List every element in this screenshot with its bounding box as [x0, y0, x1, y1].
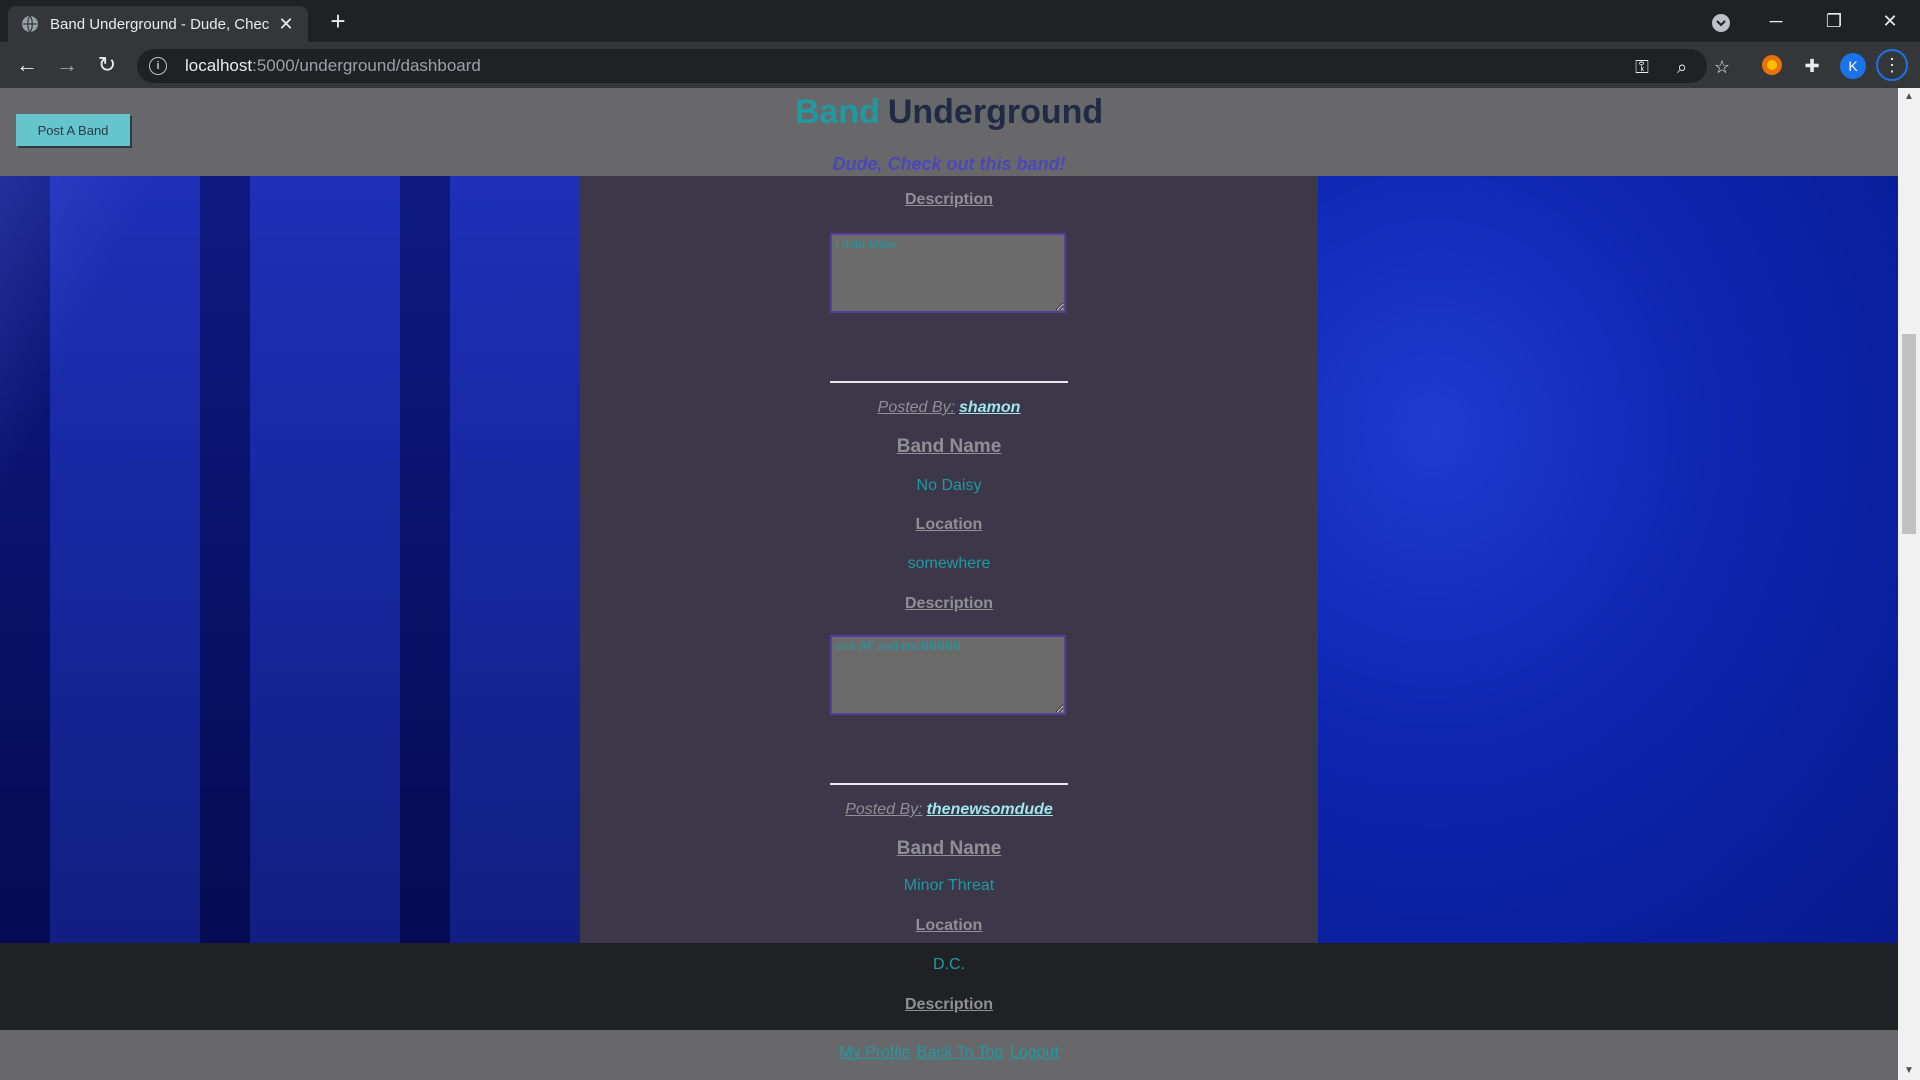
back-to-top-link[interactable]: Back To Top	[917, 1044, 1004, 1061]
browser-toolbar: ← → ↻ i localhost:5000/underground/dashb…	[0, 42, 1920, 88]
posted-by: Posted By: thenewsomdude	[845, 801, 1053, 818]
globe-icon	[20, 14, 40, 34]
description-textarea[interactable]: sick AF and coolllllllllllllll	[830, 635, 1066, 715]
url-text: localhost:5000/underground/dashboard	[185, 56, 481, 75]
page-scrollbar[interactable]: ▲ ▼	[1898, 88, 1920, 1080]
tab-title: Band Underground - Dude, Check out this …	[50, 15, 270, 33]
posted-by-user-link[interactable]: thenewsomdude	[927, 801, 1053, 818]
location-value: D.C.	[933, 956, 965, 973]
reload-icon[interactable]: ↻	[92, 50, 122, 80]
back-arrow-icon[interactable]: ←	[12, 50, 42, 80]
description-label: Description	[904, 996, 993, 1013]
profile-avatar[interactable]: K	[1840, 53, 1866, 79]
description-label: Description	[904, 595, 993, 612]
extension-shield-icon[interactable]	[1760, 54, 1784, 78]
post-divider	[830, 381, 1068, 383]
band-name-value: No Daisy	[916, 477, 982, 494]
posted-by: Posted By: shamon	[877, 399, 1021, 416]
band-name-value: Minor Threat	[903, 877, 995, 894]
posts-feed: Description i dont know Posted By: shamon…	[580, 88, 1318, 1013]
new-tab-button[interactable]: +	[324, 8, 352, 36]
minimize-icon[interactable]: ─	[1756, 6, 1796, 36]
tab-search-icon[interactable]	[1710, 12, 1732, 34]
scroll-down-arrow-icon[interactable]: ▼	[1898, 1062, 1920, 1080]
location-value: somewhere	[907, 555, 991, 572]
post-divider	[830, 783, 1068, 785]
site-info-icon[interactable]: i	[149, 57, 167, 75]
close-icon[interactable]: ✕	[276, 14, 296, 35]
zoom-icon[interactable]: ⌕	[1671, 56, 1693, 78]
location-label: Location	[915, 516, 983, 533]
star-icon[interactable]: ☆	[1711, 56, 1733, 78]
browser-tab-bar: Band Underground - Dude, Check out this …	[0, 0, 1920, 42]
address-bar[interactable]: i localhost:5000/underground/dashboard ⚿…	[137, 49, 1730, 83]
site-footer: My Profile Back To Top Logout	[0, 1030, 1898, 1080]
posted-by-user-link[interactable]: shamon	[959, 399, 1020, 416]
description-label: Description	[904, 191, 993, 208]
logout-link[interactable]: Logout	[1010, 1044, 1059, 1061]
puzzle-icon[interactable]: ✚	[1800, 54, 1824, 78]
location-label: Location	[915, 917, 983, 934]
band-name-label: Band Name	[896, 436, 1002, 457]
scrollbar-thumb[interactable]	[1902, 334, 1916, 534]
scroll-up-arrow-icon[interactable]: ▲	[1898, 88, 1920, 106]
browser-tab[interactable]: Band Underground - Dude, Check out this …	[8, 6, 308, 42]
key-icon[interactable]: ⚿	[1631, 56, 1653, 78]
my-profile-link[interactable]: My Profile	[839, 1044, 910, 1061]
more-menu-icon[interactable]: ⋮	[1876, 49, 1908, 81]
footer-links: My Profile Back To Top Logout	[0, 1044, 1898, 1062]
restore-icon[interactable]: ❐	[1814, 6, 1854, 36]
description-textarea[interactable]: i dont know	[830, 233, 1066, 313]
forward-arrow-icon[interactable]: →	[52, 50, 82, 80]
band-name-label: Band Name	[896, 838, 1002, 859]
window-close-icon[interactable]: ✕	[1870, 6, 1910, 36]
